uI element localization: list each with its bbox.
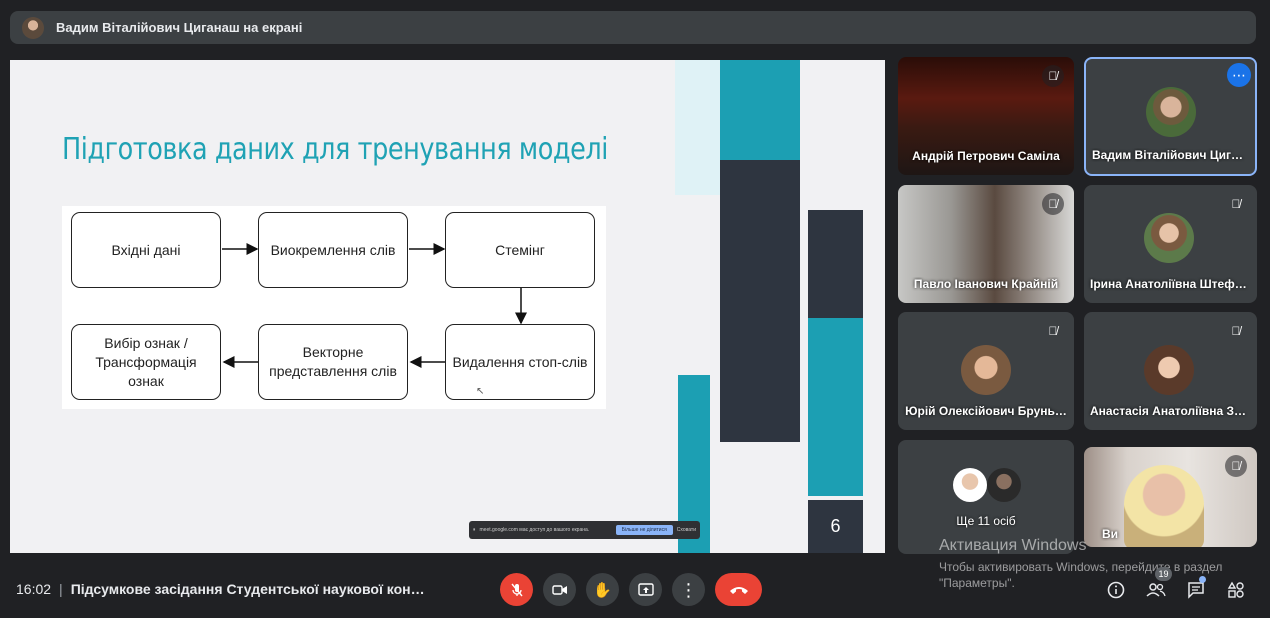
hang-up-icon	[729, 586, 748, 594]
mic-off-icon: 🎙̸	[1042, 193, 1064, 215]
node-feature-selection: Вибір ознак / Трансформація ознак	[71, 324, 221, 400]
leave-call-button[interactable]	[715, 573, 762, 606]
clock-time: 16:02	[16, 581, 52, 597]
chat-icon	[1188, 582, 1204, 599]
more-participants-label: Ще 11 осіб	[956, 514, 1016, 528]
self-view-tile[interactable]: 🎙̸ Ви	[1084, 447, 1257, 547]
participant-name: Андрій Петрович Саміла	[912, 149, 1060, 163]
shared-screen: 6 Підготовка даних для тренування моделі…	[10, 60, 885, 553]
people-icon	[1146, 583, 1166, 597]
participant-name: Ірина Анатоліївна Штефа…	[1090, 277, 1254, 291]
node-input-data: Вхідні дані	[71, 212, 221, 288]
deco-bar-light	[675, 60, 720, 195]
mic-toggle-button[interactable]	[500, 573, 533, 606]
info-icon	[1107, 581, 1125, 599]
participant-count-badge: 19	[1155, 567, 1172, 581]
meeting-details-button[interactable]	[1104, 578, 1128, 602]
more-options-button[interactable]: ⋮	[672, 573, 705, 606]
meeting-title: Підсумкове засідання Студентської науков…	[70, 581, 425, 597]
mic-off-icon: 🎙̸	[1042, 65, 1064, 87]
participant-tile[interactable]: ⋯ Вадим Віталійович Циган…	[1084, 57, 1257, 176]
windows-activation-title: Активация Windows	[939, 537, 1087, 554]
participant-name: Ви	[1102, 527, 1119, 541]
self-video	[1124, 465, 1204, 547]
participant-name: Юрій Олексійович Брунь…	[905, 404, 1067, 418]
mic-off-icon: 🎙̸	[1048, 324, 1058, 338]
share-notice-text: meet.google.com має доступ до вашого екр…	[479, 527, 590, 533]
slide-title: Підготовка даних для тренування моделі	[62, 132, 608, 167]
avatar	[987, 468, 1021, 502]
node-word-extraction: Виокремлення слів	[258, 212, 408, 288]
mic-off-icon: 🎙̸	[1225, 455, 1247, 477]
hand-icon: ✋	[593, 581, 612, 599]
participant-name: Павло Іванович Крайній	[913, 277, 1059, 291]
camera-icon	[551, 584, 567, 595]
slide-page-number: 6	[808, 500, 863, 553]
raise-hand-button[interactable]: ✋	[586, 573, 619, 606]
presenter-title: Вадим Віталійович Циганаш на екрані	[56, 20, 303, 35]
present-screen-button[interactable]	[629, 573, 662, 606]
deco-bar-dark	[720, 160, 800, 442]
stop-sharing-button[interactable]: Більше не ділитися	[615, 525, 673, 535]
participant-tile[interactable]: 🎙̸ Юрій Олексійович Брунь…	[898, 312, 1074, 430]
mic-off-icon	[510, 583, 523, 596]
hide-notice-button[interactable]: Сховати	[677, 527, 696, 533]
more-options-icon[interactable]: ⋯	[1227, 63, 1251, 87]
deco-bar-dark	[808, 210, 863, 318]
avatar	[961, 345, 1011, 395]
pause-icon: ⏸	[473, 527, 476, 533]
activities-icon	[1227, 581, 1244, 598]
node-stemming: Стемінг	[445, 212, 595, 288]
participant-tile[interactable]: 🎙̸ Андрій Петрович Саміла	[898, 57, 1074, 175]
share-notice: ⏸ meet.google.com має доступ до вашого е…	[469, 521, 700, 539]
mouse-cursor-icon: ↖	[476, 386, 485, 397]
presenter-avatar	[22, 16, 44, 39]
participant-name: Анастасія Анатоліївна За…	[1090, 404, 1253, 418]
chat-unread-dot	[1199, 576, 1206, 583]
participant-name: Вадим Віталійович Циган…	[1092, 148, 1255, 162]
avatar	[953, 468, 987, 502]
node-vector-representation: Векторне представлення слів	[258, 324, 408, 400]
deco-bar-teal	[720, 60, 800, 165]
meeting-info: 16:02 | Підсумкове засідання Студентської …	[16, 581, 425, 597]
people-button[interactable]	[1144, 578, 1168, 602]
mic-off-icon: 🎙̸	[1231, 324, 1241, 338]
camera-toggle-button[interactable]	[543, 573, 576, 606]
flow-diagram: Вхідні дані Виокремлення слів Стемінг Ви…	[62, 206, 606, 409]
avatar	[1146, 87, 1196, 137]
present-icon	[637, 582, 654, 596]
avatar	[1144, 213, 1194, 263]
avatar	[1144, 345, 1194, 395]
activities-button[interactable]	[1224, 578, 1248, 602]
presenter-bar: Вадим Віталійович Циганаш на екрані	[10, 11, 1256, 44]
separator: |	[59, 581, 63, 597]
deco-bar-teal	[808, 318, 863, 496]
node-stopword-removal: Видалення стоп-слів	[445, 324, 595, 400]
mic-off-icon: 🎙̸	[1231, 197, 1241, 211]
participant-tile[interactable]: 🎙̸ Павло Іванович Крайній	[898, 185, 1074, 303]
participant-tile[interactable]: 🎙̸ Анастасія Анатоліївна За…	[1084, 312, 1257, 430]
participant-tile[interactable]: 🎙̸ Ірина Анатоліївна Штефа…	[1084, 185, 1257, 303]
more-vert-icon: ⋮	[679, 579, 698, 600]
